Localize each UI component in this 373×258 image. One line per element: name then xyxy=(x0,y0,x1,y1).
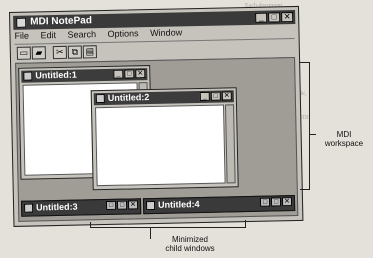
bracket-line xyxy=(310,134,316,135)
child-window-untitled-2[interactable]: Untitled:2 _ □ ✕ xyxy=(90,87,239,191)
bracket-line xyxy=(90,227,246,228)
child-title-bar[interactable]: Untitled:1 _ □ ✕ xyxy=(21,68,148,83)
maximize-button[interactable]: □ xyxy=(268,12,281,23)
mdi-workspace-callout: MDI workspace xyxy=(318,130,370,148)
close-button[interactable]: ✕ xyxy=(221,91,232,101)
document-icon xyxy=(23,71,33,81)
menu-search[interactable]: Search xyxy=(67,29,96,40)
cut-icon[interactable]: ✂ xyxy=(52,45,67,60)
copy-icon[interactable]: ⧉ xyxy=(67,45,82,59)
minimized-window-right[interactable]: Untitled:4 □ □ ✕ xyxy=(142,195,296,215)
maximize-button[interactable]: □ xyxy=(116,200,128,210)
text-area[interactable] xyxy=(95,104,226,187)
child-title-bar[interactable]: Untitled:2 _ □ ✕ xyxy=(93,90,234,106)
callout-line: workspace xyxy=(324,139,364,148)
child-title: Untitled:2 xyxy=(107,92,150,103)
minimized-window-left[interactable]: Untitled:3 □ □ ✕ xyxy=(20,198,142,217)
callout-line: child windows xyxy=(165,244,215,253)
minimized-title: Untitled:3 xyxy=(35,201,78,213)
restore-button[interactable]: □ xyxy=(259,197,271,207)
vertical-scrollbar[interactable] xyxy=(224,104,236,184)
menu-window[interactable]: Window xyxy=(150,27,182,38)
window-title: MDI NotePad xyxy=(30,15,92,28)
new-doc-icon[interactable]: ▭ xyxy=(16,46,32,60)
bracket-line xyxy=(309,62,310,190)
minimized-windows-callout: Minimized child windows xyxy=(150,235,230,253)
callout-line: MDI xyxy=(336,130,352,139)
menu-file[interactable]: File xyxy=(14,31,29,41)
maximize-button[interactable]: □ xyxy=(270,197,282,207)
bracket-line xyxy=(300,189,310,190)
minimize-button[interactable]: _ xyxy=(199,91,210,102)
minimized-title: Untitled:4 xyxy=(157,199,200,210)
maximize-button[interactable]: □ xyxy=(124,69,135,79)
mdi-notepad-window: MDI NotePad _ □ ✕ File Edit Search Optio… xyxy=(9,5,304,227)
child-title: Untitled:1 xyxy=(35,69,77,81)
minimize-button[interactable]: _ xyxy=(113,69,124,79)
paste-icon[interactable]: ▤ xyxy=(82,45,97,59)
close-button[interactable]: ✕ xyxy=(135,69,146,79)
close-button[interactable]: ✕ xyxy=(281,197,293,207)
callout-line: Minimized xyxy=(171,235,208,244)
menu-options[interactable]: Options xyxy=(107,28,138,39)
bracket-line xyxy=(245,220,246,228)
document-icon xyxy=(24,203,34,213)
mdi-workspace: Untitled:1 _ □ ✕ Untitled:2 _ □ ✕ Untitl… xyxy=(15,57,299,222)
minimize-button[interactable]: _ xyxy=(255,12,268,23)
open-icon[interactable]: ▰ xyxy=(31,46,46,60)
document-icon xyxy=(145,200,156,211)
restore-button[interactable]: □ xyxy=(105,200,117,211)
maximize-button[interactable]: □ xyxy=(210,91,221,101)
document-icon xyxy=(95,94,105,104)
app-icon[interactable] xyxy=(16,17,27,28)
close-button[interactable]: ✕ xyxy=(281,12,294,23)
close-button[interactable]: ✕ xyxy=(127,200,139,210)
menu-edit[interactable]: Edit xyxy=(40,30,56,40)
